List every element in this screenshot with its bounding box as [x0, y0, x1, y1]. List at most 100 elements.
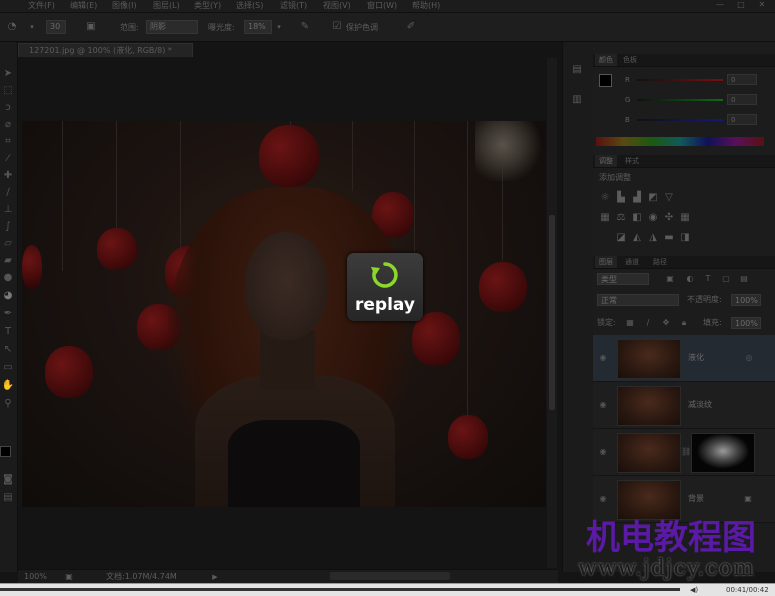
hue-sat-icon[interactable]: ▦ — [599, 212, 611, 224]
lock-transparent-icon[interactable]: ▦ — [625, 317, 635, 329]
replay-button[interactable]: replay — [347, 253, 423, 321]
filter-smart-icon[interactable]: ▤ — [739, 273, 749, 285]
color-ramp[interactable] — [596, 137, 764, 146]
menu-type[interactable]: 类型(Y) — [194, 0, 221, 11]
pressure-icon[interactable]: ✐ — [404, 21, 418, 33]
foreground-color-swatch[interactable] — [0, 446, 11, 457]
pen-tool-icon[interactable]: ✒ — [1, 308, 15, 320]
lock-position-icon[interactable]: ✥ — [661, 317, 671, 329]
type-tool-icon[interactable]: T — [1, 326, 15, 338]
menu-edit[interactable]: 编辑(E) — [70, 0, 97, 11]
menu-select[interactable]: 选择(S) — [236, 0, 263, 11]
channel-g-slider[interactable] — [637, 99, 723, 101]
layer-mask-thumbnail[interactable] — [691, 433, 755, 473]
layer-row[interactable]: ◉ ⛓ — [593, 429, 775, 476]
color-lookup-icon[interactable]: ▦ — [679, 212, 691, 224]
hand-tool-icon[interactable]: ✋ — [1, 380, 15, 392]
channel-r-slider[interactable] — [637, 79, 723, 81]
maximize-button[interactable]: □ — [733, 0, 749, 10]
fill-field[interactable]: 100% — [731, 317, 761, 329]
tab-channels[interactable]: 通道 — [621, 256, 643, 268]
opacity-field[interactable]: 100% — [731, 294, 761, 306]
dodge-tool-active-icon[interactable]: ◕ — [1, 290, 15, 302]
menu-help[interactable]: 帮助(H) — [412, 0, 440, 11]
gradient-icon[interactable]: ▰ — [1, 255, 15, 267]
channel-b-slider[interactable] — [637, 119, 723, 121]
curves-icon[interactable]: ▟ — [631, 192, 643, 204]
vertical-scroll-thumb[interactable] — [549, 215, 555, 410]
selective-color-icon[interactable]: ◨ — [679, 232, 691, 244]
layer-row[interactable]: ◉ 减淡纹 — [593, 382, 775, 429]
crop-tool-icon[interactable]: ⌗ — [1, 136, 15, 148]
shape-tool-icon[interactable]: ▭ — [1, 362, 15, 374]
lock-all-icon[interactable]: 🔒︎ — [679, 317, 689, 329]
levels-icon[interactable]: ▙ — [615, 192, 627, 204]
airbrush-icon[interactable]: ✎ — [298, 21, 312, 33]
close-button[interactable]: ✕ — [754, 0, 770, 10]
channel-mixer-icon[interactable]: ✣ — [663, 212, 675, 224]
eraser-icon[interactable]: ▱ — [1, 238, 15, 250]
layer-row[interactable]: ◉ 液化 ◎ — [593, 335, 775, 382]
properties-panel-icon[interactable]: ▥ — [570, 94, 584, 106]
menu-image[interactable]: 图像(I) — [112, 0, 137, 11]
dodge-tool-icon[interactable]: ◔ — [6, 21, 18, 33]
chain-icon[interactable]: ⛓ — [681, 446, 691, 458]
bw-icon[interactable]: ◧ — [631, 212, 643, 224]
menu-file[interactable]: 文件(F) — [28, 0, 55, 11]
document-tab[interactable]: 127201.jpg @ 100% (液化, RGB/8) * — [18, 43, 193, 57]
lasso-tool-icon[interactable]: ↄ — [1, 102, 15, 114]
brightness-icon[interactable]: ☼ — [599, 192, 611, 204]
channel-g-value[interactable]: 0 — [727, 94, 757, 105]
posterize-icon[interactable]: ◭ — [631, 232, 643, 244]
threshold-icon[interactable]: ◮ — [647, 232, 659, 244]
zoom-tool-icon[interactable]: ⚲ — [1, 398, 15, 410]
path-select-icon[interactable]: ↖ — [1, 344, 15, 356]
eye-icon[interactable]: ◉ — [598, 400, 608, 410]
stamp-tool-icon[interactable]: ⊥ — [1, 204, 15, 216]
speaker-icon[interactable]: ◀) — [690, 584, 698, 596]
menu-layer[interactable]: 图层(L) — [153, 0, 180, 11]
brush-size-field[interactable]: 30 — [46, 20, 66, 34]
tab-paths[interactable]: 路径 — [649, 256, 671, 268]
eye-icon[interactable]: ◉ — [598, 353, 608, 363]
checkbox-icon[interactable]: ☑ — [332, 21, 342, 33]
filter-type-icon[interactable]: T — [703, 273, 713, 285]
marquee-tool-icon[interactable]: ⬚ — [1, 85, 15, 97]
chevron-down-icon[interactable]: ▾ — [28, 21, 36, 33]
exposure-chevron-icon[interactable]: ▾ — [274, 21, 284, 33]
playback-progress[interactable] — [0, 588, 680, 591]
horizontal-scroll-thumb[interactable] — [330, 572, 450, 580]
filter-adjust-icon[interactable]: ◐ — [685, 273, 695, 285]
tab-styles[interactable]: 样式 — [621, 155, 643, 167]
gradient-map-icon[interactable]: ▬ — [663, 232, 675, 244]
exposure-adj-icon[interactable]: ◩ — [647, 192, 659, 204]
tab-adjustments[interactable]: 调整 — [595, 155, 617, 167]
quick-mask-icon[interactable]: ◙ — [1, 474, 15, 486]
fg-color-swatch[interactable] — [599, 74, 612, 87]
menu-filter[interactable]: 滤镜(T) — [280, 0, 307, 11]
healing-icon[interactable]: ✚ — [1, 170, 15, 182]
photo-filter-icon[interactable]: ◉ — [647, 212, 659, 224]
brush-panel-icon[interactable]: ▣ — [84, 21, 98, 33]
minimize-button[interactable]: — — [712, 0, 728, 10]
blur-tool-icon[interactable]: ● — [1, 272, 15, 284]
color-balance-icon[interactable]: ⚖ — [615, 212, 627, 224]
history-panel-icon[interactable]: ▤ — [570, 64, 584, 76]
screen-mode-icon[interactable]: ▤ — [1, 492, 15, 504]
quick-select-icon[interactable]: ⌀ — [1, 119, 15, 131]
tab-swatches[interactable]: 色板 — [619, 54, 641, 66]
status-arrow-icon[interactable]: ▶ — [210, 571, 220, 583]
invert-icon[interactable]: ◪ — [615, 232, 627, 244]
menu-window[interactable]: 窗口(W) — [367, 0, 397, 11]
range-select[interactable]: 阴影 — [146, 20, 198, 34]
filter-shape-icon[interactable]: ▢ — [721, 273, 731, 285]
exposure-field[interactable]: 18% — [244, 20, 272, 34]
blend-mode-select[interactable]: 正常 — [597, 294, 679, 306]
lock-pixels-icon[interactable]: ∕ — [643, 317, 653, 329]
menu-view[interactable]: 视图(V) — [323, 0, 351, 11]
status-menu-icon[interactable]: ▣ — [62, 571, 76, 583]
eyedropper-icon[interactable]: ⁄ — [1, 153, 15, 165]
channel-r-value[interactable]: 0 — [727, 74, 757, 85]
filter-pixel-icon[interactable]: ▣ — [665, 273, 675, 285]
channel-b-value[interactable]: 0 — [727, 114, 757, 125]
